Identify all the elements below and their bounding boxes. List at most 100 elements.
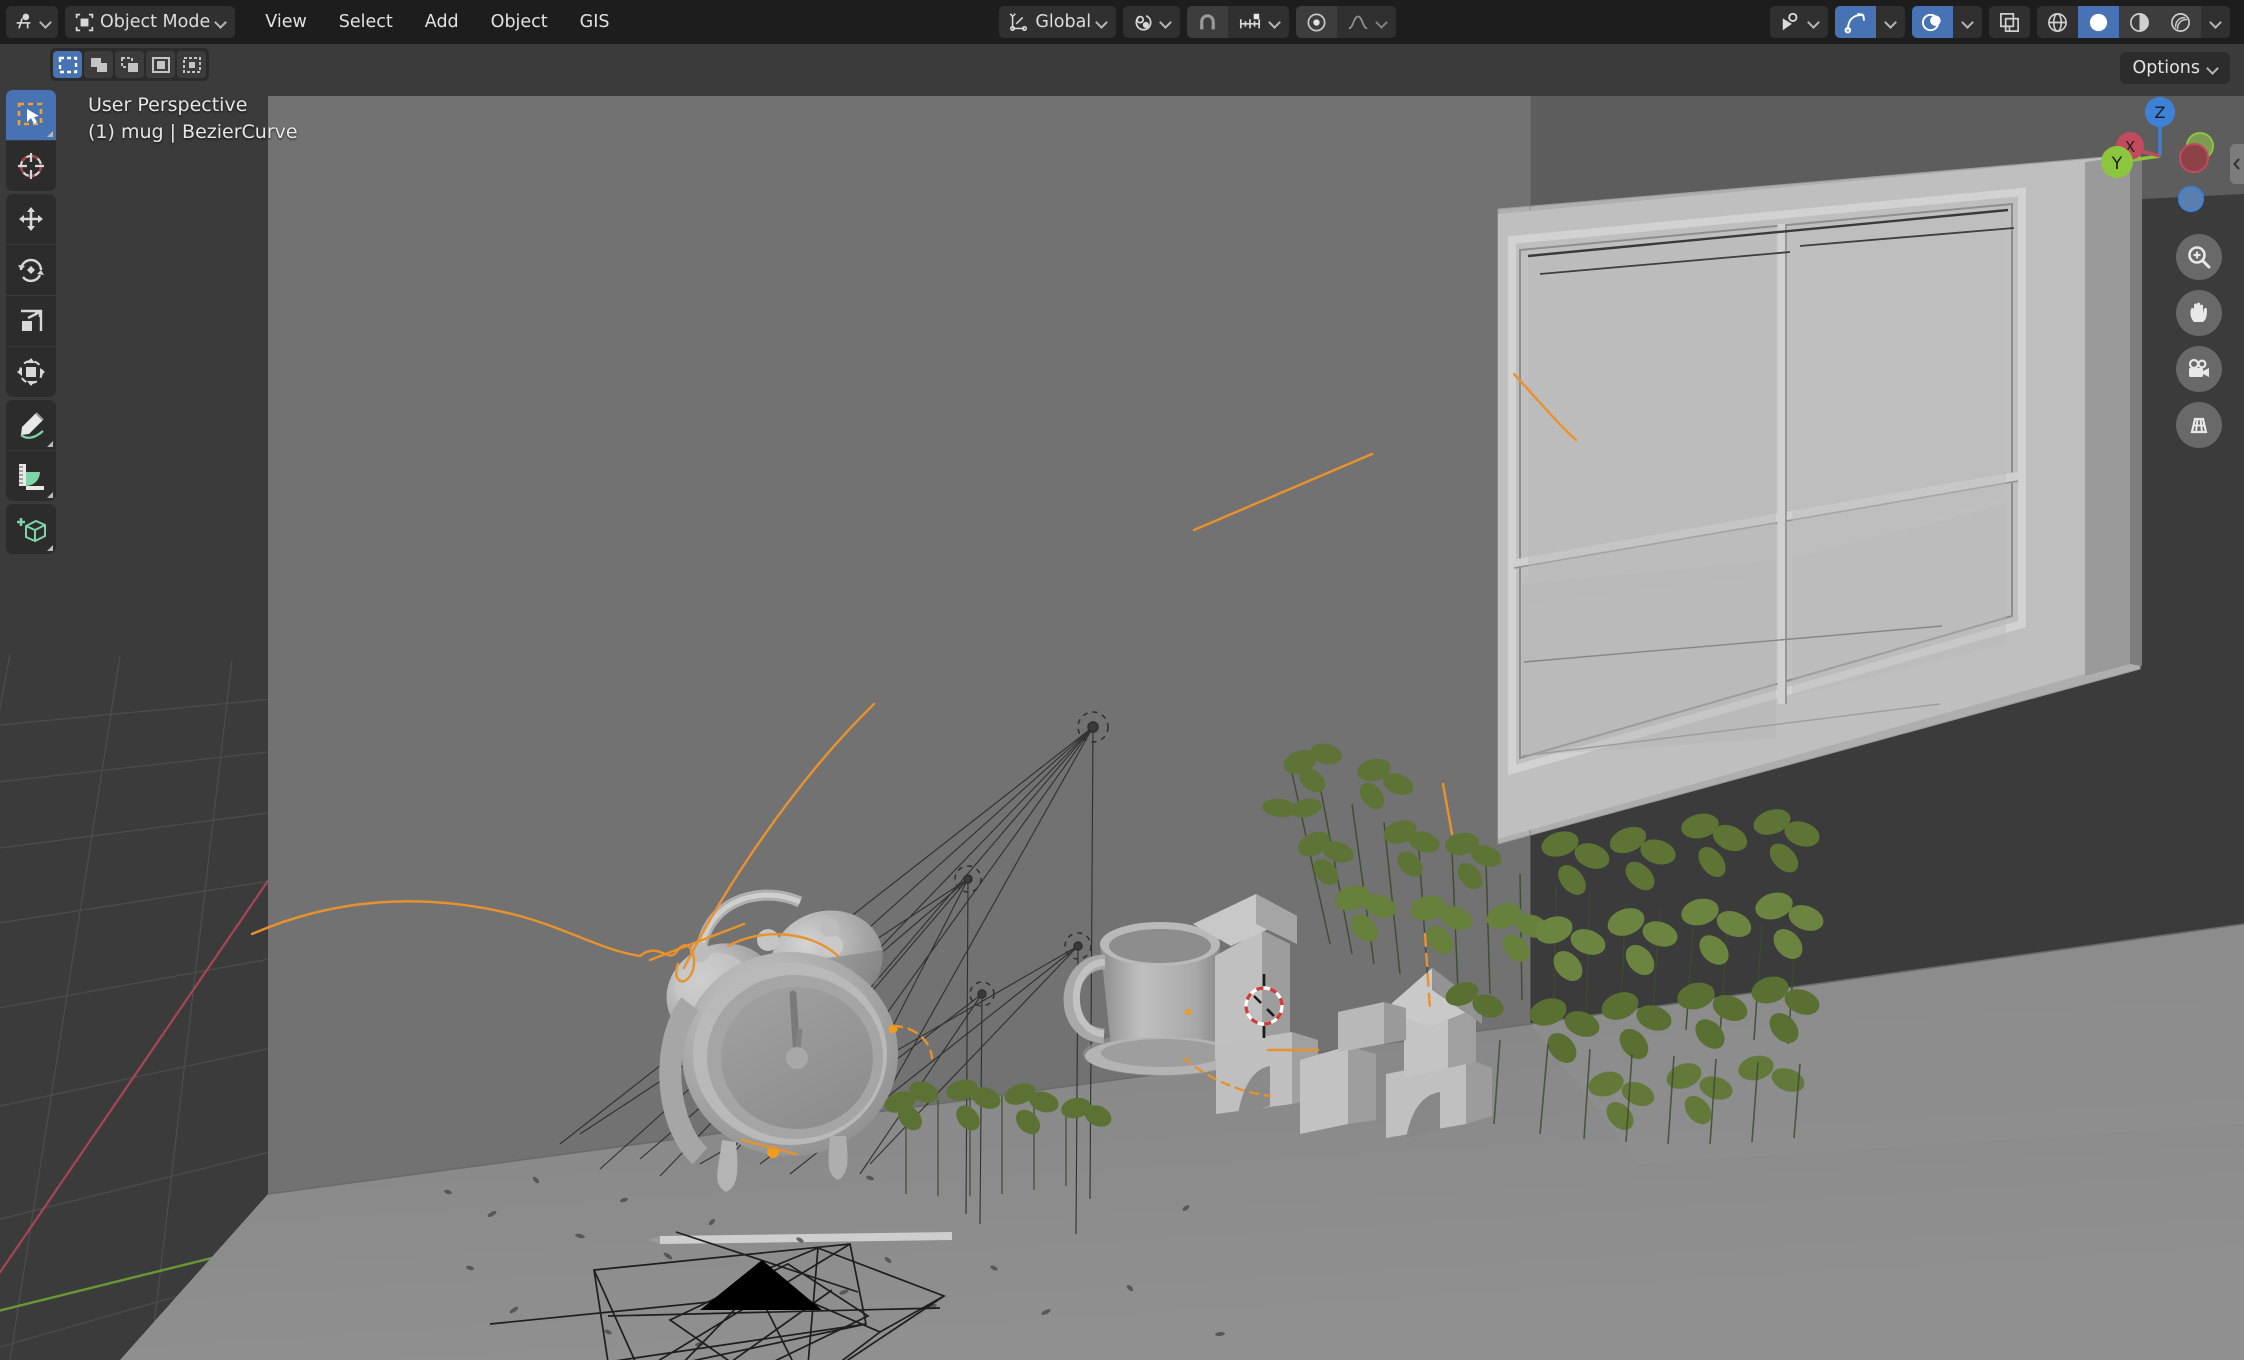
select-subtract-button[interactable] [146,51,175,78]
viewport-menubar: View Select Add Object GIS [249,6,625,38]
overlays-group [1912,6,1982,38]
orientation-axes-icon [1010,13,1028,31]
shading-mode-group [2037,6,2230,38]
shading-material-button[interactable] [2119,6,2160,38]
tool-annotate[interactable] [6,400,56,450]
measure-ruler-icon [19,464,44,490]
pivot-point-button[interactable] [1123,6,1181,38]
select-intersect-icon [182,56,201,73]
transform-orientation-label: Global [1035,12,1092,32]
object-mode-button[interactable]: Object Mode [65,6,236,38]
magnet-icon [1200,13,1215,29]
tool-rotate[interactable] [6,245,56,295]
object-mode-icon [75,13,94,31]
shading-wireframe-button[interactable] [2037,6,2078,38]
camera-view-icon [2188,358,2209,377]
proportional-editing-toggle[interactable] [1296,6,1338,38]
tool-cursor[interactable] [6,141,56,191]
axis-ball-neg-x[interactable] [2179,143,2209,173]
3d-viewport[interactable]: User Perspective (1) mug | BezierCurve O… [0,44,2244,1360]
menu-view[interactable]: View [249,6,323,38]
select-extend-icon [120,56,138,72]
rotate-icon [18,258,44,282]
tool-tweak-select-box[interactable] [6,90,56,140]
viewport-options-button[interactable]: Options [2120,52,2230,84]
shading-rendered-button[interactable] [2160,6,2201,38]
chevron-down-icon [215,17,226,28]
proportional-editing-icon [1307,12,1326,32]
gizmo-options-button[interactable] [1876,6,1905,38]
tool-scale[interactable] [6,296,56,346]
gizmo-toggle[interactable] [1835,6,1876,38]
viewport-nav-buttons [2176,234,2222,448]
tool-group-annotate [6,400,56,501]
xray-group [1989,6,2030,38]
shading-options-button[interactable] [2201,6,2230,38]
snapping-group [1187,6,1290,38]
tool-transform[interactable] [6,347,56,397]
select-box-icon [58,56,77,73]
object-mode-label: Object Mode [100,12,211,32]
shading-solid-button[interactable] [2078,6,2119,38]
chevron-down-icon [1376,17,1387,28]
falloff-smooth-icon [1348,15,1368,30]
select-box-button[interactable] [53,51,82,78]
proportional-falloff-button[interactable] [1337,6,1396,38]
toggle-orthographic-button[interactable] [2176,402,2222,448]
editor-type-button[interactable] [6,6,58,38]
pivot-point-icon [1135,13,1152,31]
editor-type-icon [16,13,31,29]
navigation-axis-gizmo[interactable]: X Z Y [2090,86,2230,226]
menu-add[interactable]: Add [409,6,475,38]
chevron-down-icon [1096,17,1107,28]
viewport-toolbar [6,90,56,554]
chevron-down-icon [2207,63,2218,74]
chevron-down-icon [40,17,51,28]
chevron-down-icon [1269,17,1280,28]
pan-view-button[interactable] [2176,290,2222,336]
chevron-down-icon [1885,17,1896,28]
object-visibility-button[interactable] [1770,6,1828,38]
select-new-icon [90,57,107,72]
pan-view-icon [2190,302,2207,322]
transform-orientation-button[interactable]: Global [999,6,1117,38]
move-arrows-icon [19,207,43,231]
tool-add-cube[interactable] [6,504,56,554]
xray-toggle[interactable] [1989,6,2030,38]
menu-select[interactable]: Select [323,6,409,38]
snap-magnet-toggle[interactable] [1187,6,1229,38]
axis-label-y: Y [2111,154,2123,174]
viewport-render [0,44,2244,1360]
chevron-down-icon [1160,17,1171,28]
overlays-options-button[interactable] [1953,6,1982,38]
select-intersect-button[interactable] [177,51,206,78]
transform-icon [17,358,45,386]
sidebar-collapse-arrow[interactable] [2230,144,2244,184]
snap-target-button[interactable] [1228,6,1289,38]
select-extend-button[interactable] [115,51,144,78]
select-new-button[interactable] [84,51,113,78]
overlays-toggle[interactable] [1912,6,1953,38]
annotate-pencil-icon [20,412,44,439]
chevron-down-icon [1962,17,1973,28]
gizmo-icon [1844,12,1866,33]
zoom-view-button[interactable] [2176,234,2222,280]
chevron-down-icon [1808,17,1819,28]
overlays-icon [1921,13,1941,31]
camera-view-button[interactable] [2176,346,2222,392]
axis-label-z: Z [2155,103,2166,122]
tool-measure[interactable] [6,451,56,501]
axis-ball-neg-z[interactable] [2178,186,2204,212]
gizmo-group [1835,6,1905,38]
menu-object[interactable]: Object [475,6,564,38]
select-subtract-icon [151,56,170,73]
visibility-eye-icon [1782,12,1798,31]
xray-toggle-icon [2000,12,2019,32]
select-mode-row [50,48,209,81]
menu-gis[interactable]: GIS [564,6,626,38]
wireframe-shading-icon [2048,12,2067,32]
tool-move[interactable] [6,194,56,244]
chevron-down-icon [2210,17,2221,28]
viewport-header: Object Mode View Select Add Object GIS G… [0,0,2244,44]
solid-shading-icon [2089,13,2108,31]
